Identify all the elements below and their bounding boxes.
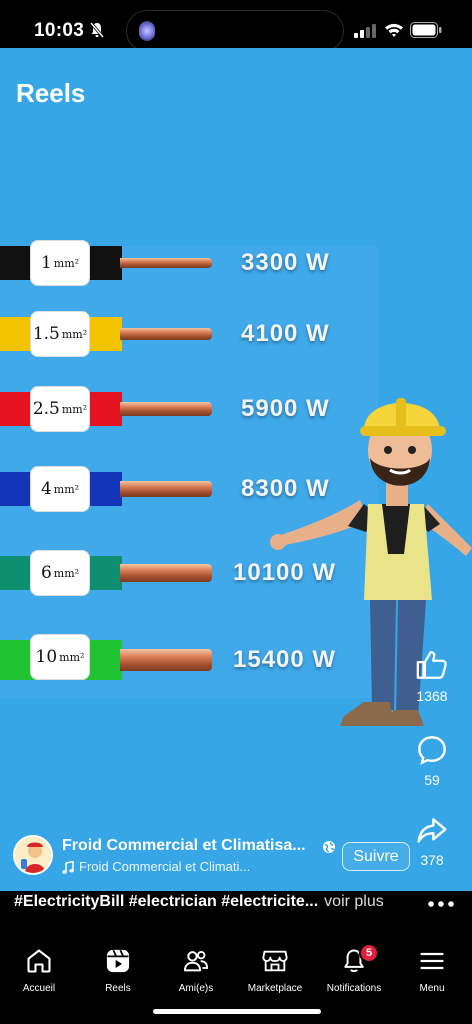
bell-off-icon (90, 22, 104, 38)
wire-size-label: 4 mm² (30, 466, 90, 512)
like-icon (416, 651, 447, 679)
wire-size-label: 10 mm² (30, 634, 90, 680)
comment-action[interactable]: 59 (404, 734, 460, 788)
like-action[interactable]: 1368 (404, 648, 460, 704)
reels-icon (106, 949, 130, 973)
tab-reels[interactable]: Reels (75, 947, 161, 994)
tab-label: Marketplace (247, 983, 303, 994)
reel-video[interactable]: Reels 1 mm² 3300 W 1.5 mm² 4100 W 2.5 mm² 5… (0, 48, 472, 891)
audio-track-name[interactable]: Froid Commercial et Climati... (79, 859, 250, 874)
author-row: Froid Commercial et Climatisa... Froid C… (0, 828, 472, 878)
bottom-tab-bar: Accueil Reels Ami(e)s Marketplace 5 Noti… (0, 921, 472, 1024)
page-title: Reels (16, 78, 86, 108)
tab-label: Reels (105, 983, 131, 994)
dynamic-island (126, 10, 344, 52)
notification-badge: 5 (359, 943, 379, 963)
wire-copper (120, 328, 212, 340)
author-avatar[interactable] (13, 835, 53, 875)
wire-copper (120, 649, 212, 671)
tab-notifications[interactable]: 5 Notifications (311, 943, 397, 994)
tab-label: Menu (419, 983, 445, 994)
wifi-icon (385, 23, 403, 37)
wire-size-label: 2.5 mm² (30, 386, 90, 432)
wire-copper (120, 258, 212, 268)
tab-marketplace[interactable]: Marketplace (232, 947, 318, 994)
tab-label: Ami(e)s (178, 983, 214, 994)
tab-label: Accueil (22, 983, 56, 994)
wire-power: 3300 W (241, 249, 330, 276)
tab-friends[interactable]: Ami(e)s (153, 947, 239, 994)
marketplace-icon (262, 950, 288, 972)
more-options-icon[interactable] (428, 901, 454, 907)
caption-bar: #ElectricityBill #electrician #electrici… (0, 891, 472, 921)
globe-icon (323, 841, 335, 853)
tab-menu[interactable]: Menu (389, 947, 472, 994)
cellular-signal-icon (354, 24, 376, 38)
wire-copper (120, 564, 212, 582)
wire-size-label: 6 mm² (30, 550, 90, 596)
music-note-icon (62, 861, 74, 874)
like-count: 1368 (416, 688, 448, 704)
flashlight-indicator-icon (139, 21, 155, 41)
home-icon (27, 949, 51, 973)
status-bar: 10:03 (0, 0, 472, 52)
tab-home[interactable]: Accueil (0, 947, 82, 994)
status-time: 10:03 (34, 20, 85, 41)
follow-button[interactable]: Suivre (342, 842, 410, 871)
menu-icon (420, 952, 444, 970)
friends-icon (183, 950, 209, 972)
wire-power: 4100 W (241, 320, 330, 347)
wire-size-label: 1.5 mm² (30, 311, 90, 357)
author-name[interactable]: Froid Commercial et Climatisa... (62, 837, 306, 855)
see-more-link[interactable]: voir plus (324, 893, 384, 910)
comment-count: 59 (424, 772, 440, 788)
caption[interactable]: #ElectricityBill #electrician #electrici… (14, 893, 384, 911)
wire-size-label: 1 mm² (30, 240, 90, 286)
caption-hashtags: #ElectricityBill #electrician #electrici… (14, 893, 319, 910)
battery-icon (410, 22, 442, 38)
wire-copper (120, 481, 212, 497)
tab-label: Notifications (326, 983, 382, 994)
comment-icon (418, 736, 446, 765)
avatar-image (15, 837, 51, 873)
wire-copper (120, 402, 212, 416)
home-indicator (153, 1009, 321, 1014)
